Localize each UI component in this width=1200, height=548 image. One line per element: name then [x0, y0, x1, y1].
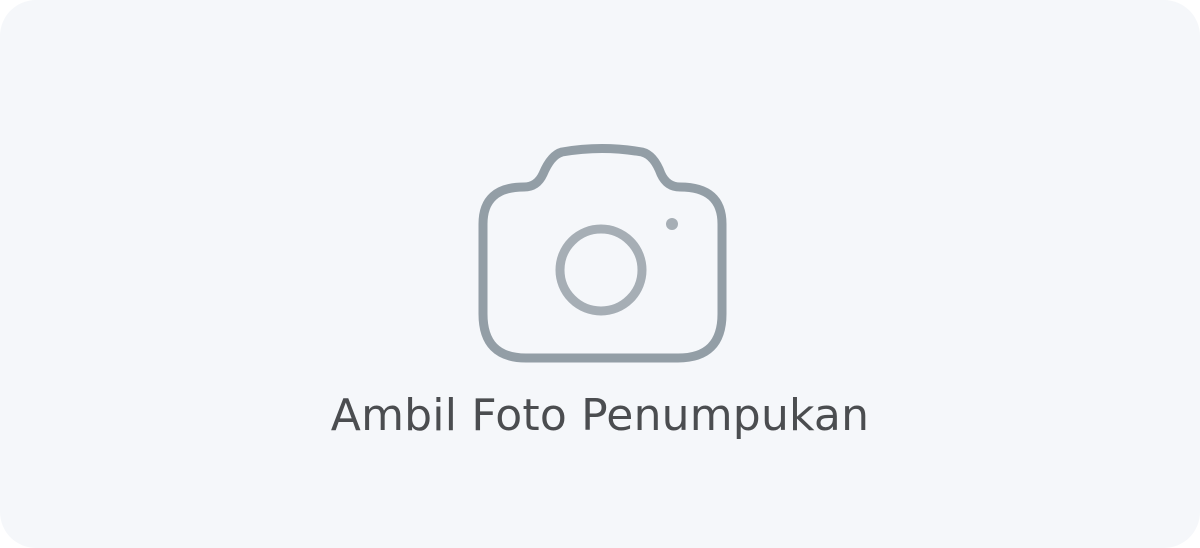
camera-flash-dot	[666, 218, 678, 230]
camera-body	[478, 144, 727, 363]
take-photo-label: Ambil Foto Penumpukan	[330, 390, 870, 441]
take-photo-button[interactable]: Ambil Foto Penumpukan	[0, 0, 1200, 548]
camera-icon	[474, 140, 730, 368]
camera-lens	[555, 224, 647, 316]
